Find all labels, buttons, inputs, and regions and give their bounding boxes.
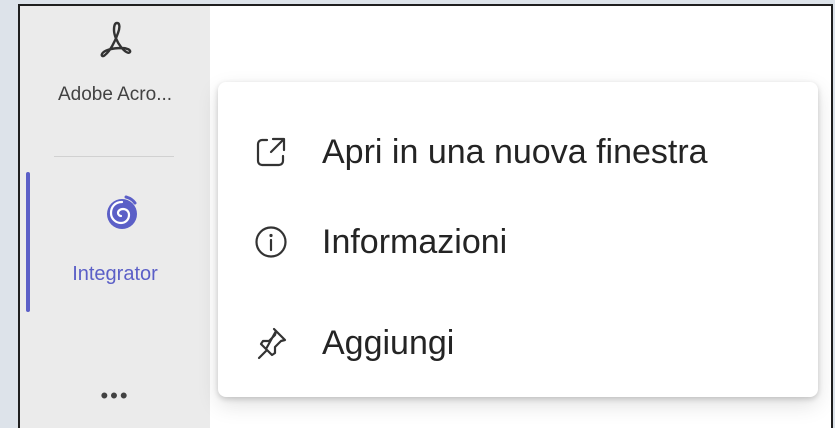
active-indicator bbox=[26, 172, 30, 312]
rail-app-label: Integrator bbox=[72, 263, 158, 285]
menu-item-label: Apri in una nuova finestra bbox=[322, 132, 708, 171]
menu-item-pin[interactable]: Aggiungi bbox=[218, 299, 818, 387]
more-apps-button[interactable]: ••• bbox=[20, 385, 210, 407]
pin-icon bbox=[257, 327, 287, 360]
menu-item-open-new-window[interactable]: Apri in una nuova finestra bbox=[218, 108, 818, 196]
info-icon bbox=[255, 226, 287, 258]
rail-app-label: Adobe Acro... bbox=[57, 84, 173, 105]
menu-item-label: Aggiungi bbox=[322, 323, 455, 362]
context-menu: Apri in una nuova finestra Informazioni … bbox=[218, 82, 818, 397]
menu-item-info[interactable]: Informazioni bbox=[218, 198, 818, 286]
open-in-new-window-icon bbox=[256, 137, 286, 167]
rail-divider bbox=[54, 156, 174, 157]
app-rail: Adobe Acro... Integrator ••• bbox=[20, 6, 210, 428]
adobe-acrobat-icon bbox=[100, 21, 132, 58]
menu-item-label: Informazioni bbox=[322, 222, 508, 261]
integrator-swirl-icon bbox=[107, 195, 137, 229]
